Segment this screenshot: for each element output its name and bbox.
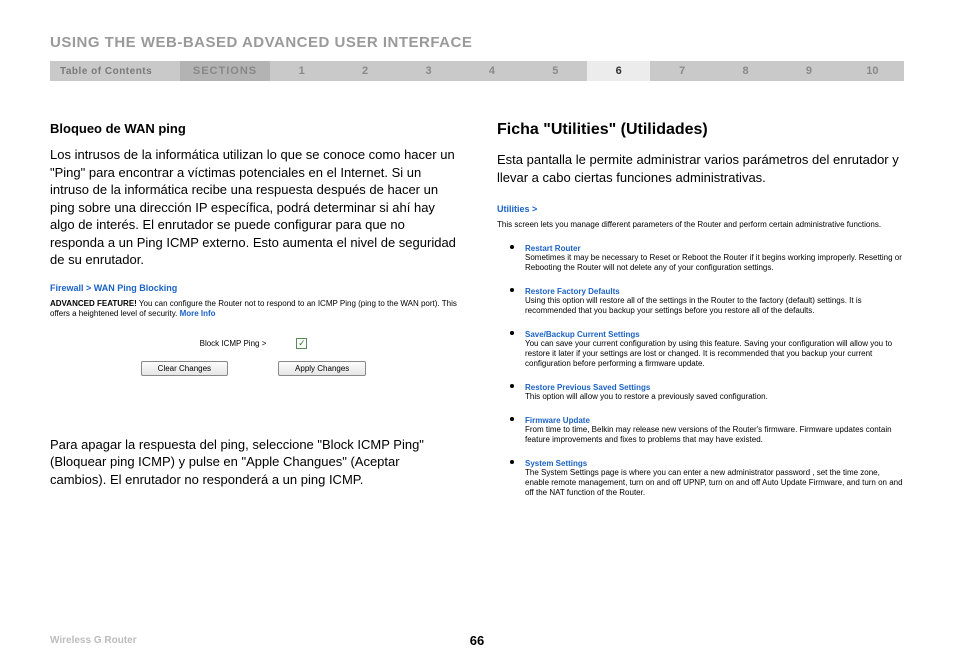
section-6[interactable]: 6 (587, 61, 650, 81)
restore-previous-link[interactable]: Restore Previous Saved Settings (525, 383, 904, 392)
section-3[interactable]: 3 (397, 65, 460, 77)
restart-router-desc: Sometimes it may be necessary to Reset o… (525, 253, 904, 273)
block-icmp-checkbox[interactable]: ✓ (296, 338, 307, 349)
right-heading: Ficha "Utilities" (Utilidades) (497, 121, 904, 139)
system-settings-desc: The System Settings page is where you ca… (525, 468, 904, 498)
list-item: Restore Factory Defaults Using this opti… (525, 281, 904, 316)
firmware-update-desc: From time to time, Belkin may release ne… (525, 425, 904, 445)
utilities-list: Restart Router Sometimes it may be neces… (497, 238, 904, 498)
save-backup-link[interactable]: Save/Backup Current Settings (525, 330, 904, 339)
left-heading: Bloqueo de WAN ping (50, 121, 457, 136)
section-9[interactable]: 9 (777, 65, 840, 77)
right-column: Ficha "Utilities" (Utilidades) Esta pant… (497, 121, 904, 506)
page-number: 66 (470, 633, 484, 648)
firmware-update-link[interactable]: Firmware Update (525, 416, 904, 425)
utilities-intro: This screen lets you manage different pa… (497, 220, 904, 230)
system-settings-link[interactable]: System Settings (525, 459, 904, 468)
footer: Wireless G Router 66 (50, 635, 904, 646)
page-title: USING THE WEB-BASED ADVANCED USER INTERF… (50, 34, 904, 51)
left-para-2: Para apagar la respuesta del ping, selec… (50, 436, 457, 489)
footer-product-name: Wireless G Router (50, 635, 137, 646)
section-navbar: Table of Contents SECTIONS 1 2 3 4 5 6 7… (50, 61, 904, 81)
list-item: Save/Backup Current Settings You can sav… (525, 324, 904, 369)
list-item: Restore Previous Saved Settings This opt… (525, 377, 904, 402)
apply-changes-button[interactable]: Apply Changes (278, 361, 366, 376)
sections-list: 1 2 3 4 5 6 7 8 9 10 (270, 61, 904, 81)
button-row: Clear Changes Apply Changes (50, 361, 457, 376)
section-1[interactable]: 1 (270, 65, 333, 77)
advanced-feature-bold: ADVANCED FEATURE! (50, 299, 137, 308)
restore-defaults-link[interactable]: Restore Factory Defaults (525, 287, 904, 296)
block-icmp-label: Block ICMP Ping > (200, 339, 267, 348)
block-icmp-row: Block ICMP Ping > ✓ (50, 338, 457, 349)
section-8[interactable]: 8 (714, 65, 777, 77)
restart-router-link[interactable]: Restart Router (525, 244, 904, 253)
section-4[interactable]: 4 (460, 65, 523, 77)
list-item: Restart Router Sometimes it may be neces… (525, 238, 904, 273)
restore-previous-desc: This option will allow you to restore a … (525, 392, 904, 402)
toc-link[interactable]: Table of Contents (50, 66, 180, 77)
utilities-breadcrumb[interactable]: Utilities > (497, 204, 904, 214)
right-para-1: Esta pantalla le permite administrar var… (497, 151, 904, 186)
left-column: Bloqueo de WAN ping Los intrusos de la i… (50, 121, 457, 506)
firewall-breadcrumb[interactable]: Firewall > WAN Ping Blocking (50, 283, 457, 293)
list-item: Firmware Update From time to time, Belki… (525, 410, 904, 445)
section-5[interactable]: 5 (524, 65, 587, 77)
list-item: System Settings The System Settings page… (525, 453, 904, 498)
sections-label: SECTIONS (180, 61, 270, 81)
more-info-link[interactable]: More Info (180, 309, 216, 318)
section-2[interactable]: 2 (333, 65, 396, 77)
section-7[interactable]: 7 (650, 65, 713, 77)
section-10[interactable]: 10 (841, 65, 904, 77)
restore-defaults-desc: Using this option will restore all of th… (525, 296, 904, 316)
advanced-feature-note: ADVANCED FEATURE! You can configure the … (50, 299, 457, 320)
clear-changes-button[interactable]: Clear Changes (141, 361, 228, 376)
left-para-1: Los intrusos de la informática utilizan … (50, 146, 457, 269)
save-backup-desc: You can save your current configuration … (525, 339, 904, 369)
